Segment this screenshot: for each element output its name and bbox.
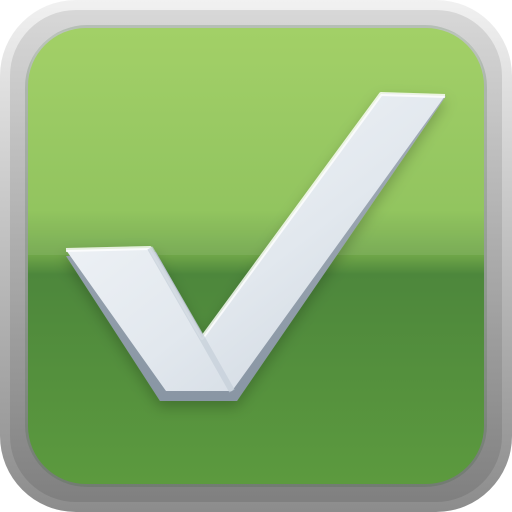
app-icon[interactable]: [0, 0, 512, 512]
app-icon-graphic: [0, 0, 512, 512]
icon-top-gloss: [28, 28, 484, 255]
